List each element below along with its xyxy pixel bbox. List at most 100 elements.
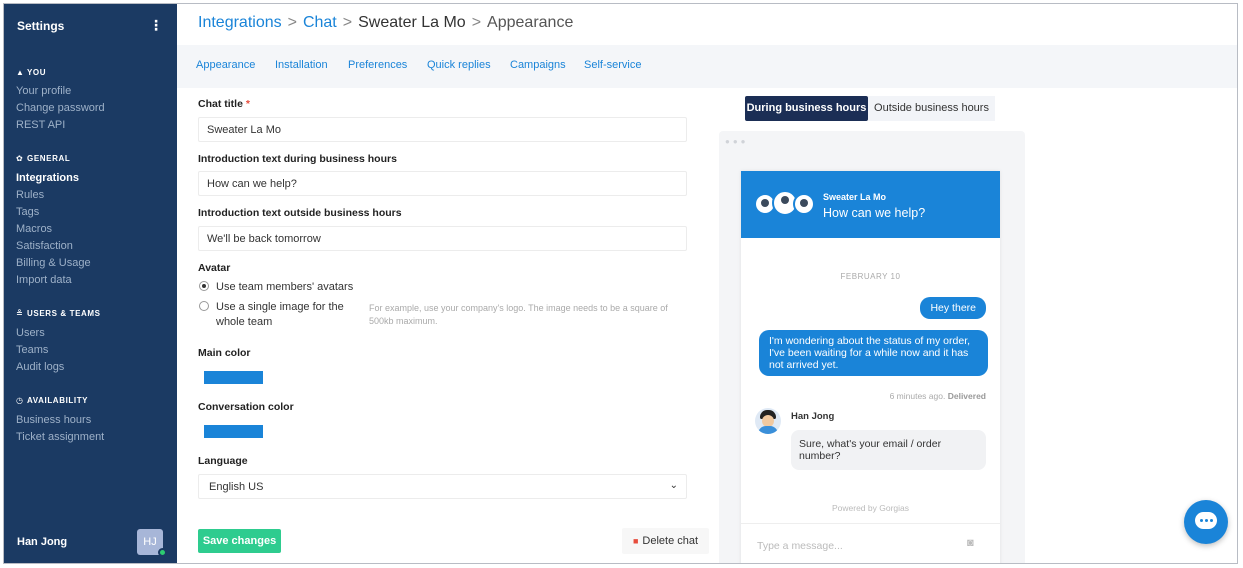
sidebar-item-rest-api[interactable]: REST API [16, 119, 65, 131]
section-users-teams: ≗ USERS & TEAMS [16, 309, 101, 318]
option-line: Use a single image for the [216, 301, 344, 313]
language-value: English US [209, 481, 264, 493]
sidebar-item-business-hours[interactable]: Business hours [16, 414, 91, 426]
main-color-swatch[interactable] [204, 371, 263, 384]
customer-message: Hey there [920, 297, 986, 319]
sidebar-item-rules[interactable]: Rules [16, 189, 44, 201]
chat-launcher-button[interactable] [1184, 500, 1228, 544]
intro-outside-label: Introduction text outside business hours [198, 207, 402, 219]
tab-campaigns[interactable]: Campaigns [510, 59, 566, 71]
avatar-team-radio[interactable] [199, 281, 209, 291]
section-general: ✿ GENERAL [16, 154, 70, 163]
browser-dots-icon: ●●● [725, 137, 749, 146]
conversation-date: FEBRUARY 10 [840, 272, 901, 281]
message-line: not arrived yet. [769, 359, 839, 371]
avatar-team-option[interactable]: Use team members' avatars [216, 280, 353, 295]
dot [1200, 519, 1203, 522]
save-button[interactable]: Save changes [198, 529, 281, 553]
tab-preferences[interactable]: Preferences [348, 59, 407, 71]
sidebar-item-tags[interactable]: Tags [16, 206, 39, 218]
intro-outside-input[interactable]: We'll be back tomorrow [198, 226, 687, 251]
chat-widget-preview: Sweater La Mo How can we help? FEBRUARY … [741, 171, 1000, 563]
toggle-outside-business-hours[interactable]: Outside business hours [868, 96, 995, 121]
sidebar-item-users[interactable]: Users [16, 327, 45, 339]
sidebar-item-macros[interactable]: Macros [16, 223, 52, 235]
conversation-color-label: Conversation color [198, 401, 294, 413]
user-icon: ▲ [16, 68, 25, 77]
camera-icon: ◙ [967, 537, 974, 549]
tab-self-service[interactable]: Self-service [584, 59, 641, 71]
section-label: USERS & TEAMS [27, 309, 101, 318]
conversation-color-swatch[interactable] [204, 425, 263, 438]
sidebar-item-change-password[interactable]: Change password [16, 102, 105, 114]
label-text: Chat title [198, 98, 243, 110]
powered-by: Powered by Gorgias [831, 503, 909, 513]
chat-title-label: Chat title * [198, 98, 250, 110]
delete-label: Delete chat [642, 535, 699, 547]
breadcrumb-separator: > [342, 14, 353, 31]
toggle-during-business-hours[interactable]: During business hours [745, 96, 868, 121]
sidebar-item-integrations[interactable]: Integrations [16, 172, 79, 184]
language-label: Language [198, 455, 248, 467]
divider [741, 523, 1000, 524]
message-meta: 6 minutes ago. Delivered [890, 391, 986, 401]
avatar-single-radio[interactable] [199, 301, 209, 311]
message-line: number? [799, 450, 841, 462]
delete-chat-button[interactable]: ■ Delete chat [622, 528, 709, 554]
intro-during-input[interactable]: How can we help? [198, 171, 687, 196]
option-line: whole team [216, 316, 273, 328]
message-line: Sure, what's your email / order [799, 438, 942, 450]
tab-quick-replies[interactable]: Quick replies [427, 59, 491, 71]
avatar-single-option[interactable]: Use a single image for the whole team [216, 300, 344, 330]
online-status-dot [158, 548, 167, 557]
widget-intro: How can we help? [823, 206, 926, 220]
sidebar-item-billing-usage[interactable]: Billing & Usage [16, 257, 91, 269]
sidebar-item-ticket-assignment[interactable]: Ticket assignment [16, 431, 104, 443]
main-color-label: Main color [198, 347, 251, 359]
customer-message: I'm wondering about the status of my ord… [759, 330, 988, 376]
message-input: Type a message... [757, 540, 843, 552]
breadcrumb-chat[interactable]: Chat [303, 14, 337, 31]
message-time: 6 minutes ago. [889, 391, 946, 401]
trash-icon: ■ [632, 536, 639, 546]
tab-bar: Appearance Installation Preferences Quic… [177, 45, 1237, 88]
intro-during-label: Introduction text during business hours [198, 153, 397, 165]
sidebar-title: Settings [17, 19, 65, 33]
agent-name: Han Jong [791, 411, 835, 422]
users-icon: ≗ [16, 309, 24, 318]
hint-line: For example, use your company's logo. Th… [369, 303, 668, 313]
sidebar-item-audit-logs[interactable]: Audit logs [16, 361, 64, 373]
sidebar-item-import-data[interactable]: Import data [16, 274, 72, 286]
sidebar-item-teams[interactable]: Teams [16, 344, 48, 356]
message-line: I'm wondering about the status of my ord… [769, 335, 971, 347]
section-availability: ◷ AVAILABILITY [16, 396, 88, 405]
breadcrumb-integrations[interactable]: Integrations [198, 14, 282, 31]
team-avatar-icon [793, 193, 815, 215]
dot [1205, 519, 1208, 522]
widget-header: Sweater La Mo How can we help? [741, 171, 1000, 238]
sidebar: Settings ⋮ ▲ YOU Your profile Change pass… [4, 4, 177, 563]
chevron-down-icon: ⌄ [669, 480, 678, 491]
breadcrumb-current-page: Appearance [487, 14, 574, 31]
kebab-icon[interactable]: ⋮ [149, 17, 163, 34]
avatar-label: Avatar [198, 262, 231, 274]
section-label: YOU [27, 68, 47, 77]
sidebar-item-your-profile[interactable]: Your profile [16, 85, 71, 97]
required-mark: * [245, 98, 250, 110]
chat-title-input[interactable]: Sweater La Mo [198, 117, 687, 142]
message-line: I've been waiting for a while now and it… [769, 347, 969, 359]
language-select[interactable]: English US ⌄ [198, 474, 687, 499]
current-user-name[interactable]: Han Jong [17, 536, 67, 548]
widget-name: Sweater La Mo [823, 192, 887, 202]
tab-installation[interactable]: Installation [275, 59, 328, 71]
section-label: GENERAL [27, 154, 71, 163]
dot [1210, 519, 1213, 522]
gear-icon: ✿ [16, 154, 24, 163]
agent-message: Sure, what's your email / order number? [791, 430, 986, 470]
breadcrumb-integration-name: Sweater La Mo [358, 14, 466, 31]
breadcrumb: Integrations > Chat > Sweater La Mo > Appearan… [198, 14, 573, 32]
header: Integrations > Chat > Sweater La Mo > Appearan… [177, 4, 1237, 45]
tab-appearance[interactable]: Appearance [196, 59, 255, 71]
breadcrumb-separator: > [287, 14, 297, 31]
sidebar-item-satisfaction[interactable]: Satisfaction [16, 240, 73, 252]
